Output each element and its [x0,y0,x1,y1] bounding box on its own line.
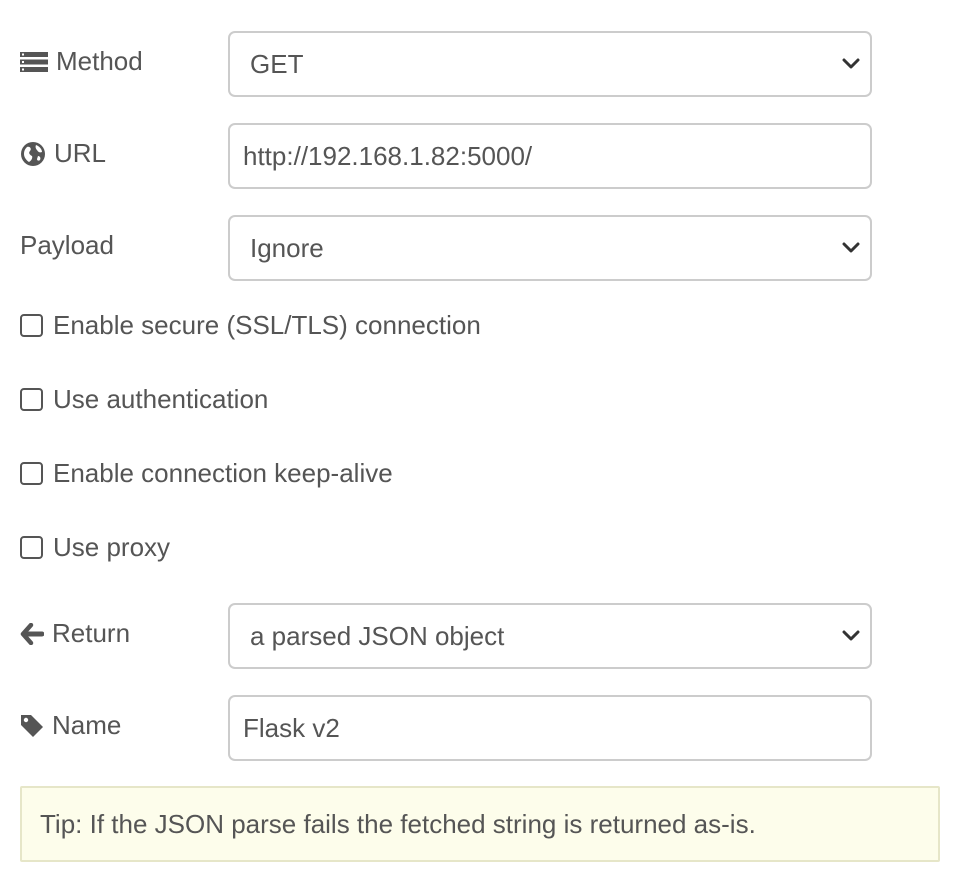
auth-checkbox-row[interactable]: Use authentication [20,384,268,415]
tip-box: Tip: If the JSON parse fails the fetched… [20,786,940,862]
name-value: Flask v2 [243,712,340,743]
name-label: Name [52,710,122,740]
payload-select[interactable]: Ignore [228,215,872,281]
return-value: a parsed JSON object [250,620,505,651]
keepalive-checkbox-label: Enable connection keep-alive [53,458,393,488]
list-icon [20,51,48,73]
auth-checkbox[interactable] [20,388,43,411]
return-select[interactable]: a parsed JSON object [228,603,872,669]
ssl-checkbox-row[interactable]: Enable secure (SSL/TLS) connection [20,310,481,341]
method-label: Method [56,46,143,76]
payload-value: Ignore [250,232,324,263]
keepalive-checkbox-row[interactable]: Enable connection keep-alive [20,458,393,489]
method-value: GET [250,48,304,79]
proxy-checkbox-row[interactable]: Use proxy [20,532,170,563]
globe-icon [20,141,46,167]
proxy-checkbox[interactable] [20,536,43,559]
name-label-group: Name [20,710,121,741]
chevron-down-icon [842,630,860,641]
url-label-group: URL [20,138,106,169]
name-input[interactable]: Flask v2 [228,695,872,761]
tag-icon [20,714,44,738]
method-select[interactable]: GET [228,31,872,97]
method-label-group: Method [20,46,143,77]
proxy-checkbox-label: Use proxy [53,532,171,562]
chevron-down-icon [842,58,860,69]
auth-checkbox-label: Use authentication [53,384,269,414]
keepalive-checkbox[interactable] [20,462,43,485]
return-label-group: Return [20,618,130,649]
return-label: Return [52,618,131,648]
chevron-down-icon [842,242,860,253]
ssl-checkbox[interactable] [20,314,43,337]
payload-label-group: Payload [20,230,114,261]
url-value: http://192.168.1.82:5000/ [243,140,533,171]
url-label: URL [54,138,107,168]
ssl-checkbox-label: Enable secure (SSL/TLS) connection [53,310,481,340]
url-input[interactable]: http://192.168.1.82:5000/ [228,123,872,189]
payload-label: Payload [20,230,114,260]
tip-text: Tip: If the JSON parse fails the fetched… [40,808,756,839]
arrow-left-icon [20,622,44,645]
